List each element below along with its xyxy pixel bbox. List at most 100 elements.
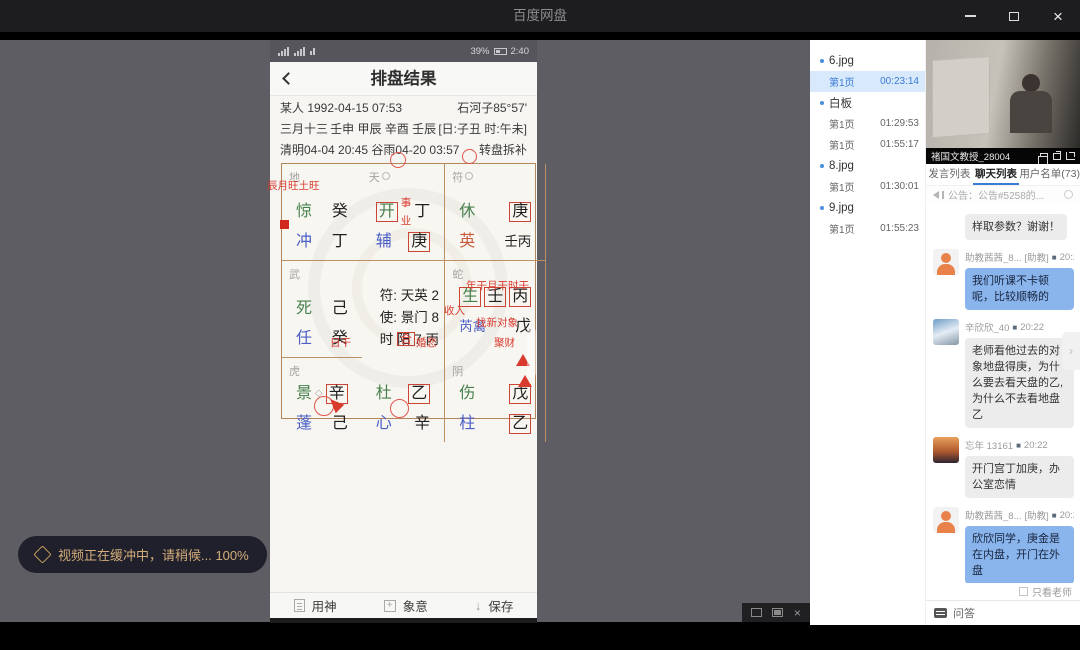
tab-发言列表[interactable]: 发言列表 [926,164,973,185]
entry-time: 00:23:14 [880,76,919,87]
playlist-entry[interactable]: 第1页01:29:53 [810,113,925,134]
kongwang: [日:子丑 时:午未] [438,119,527,140]
signal-icon [278,47,289,56]
image-icon[interactable] [751,608,762,617]
only-teacher-row: 只看老师 [926,583,1080,599]
center-palace-line: 符: 天英 2 [380,285,445,307]
only-teacher-label: 只看老师 [1032,584,1072,599]
playlist-file[interactable]: 8.jpg [810,155,925,176]
playlist-entry[interactable]: 第1页 01:30:01 [810,176,925,197]
sender-name: 助教茜茜_8... [965,250,1022,264]
palace-cell-2: 天开事业丁辅庚 [362,164,446,261]
palace-glyph: 蓬 [296,415,312,433]
solar-terms: 清明04-04 20:45 谷雨04-20 03:57 [280,140,459,161]
palace-cell-3: 符休庚英壬丙 [445,164,546,261]
collapse-panel-handle[interactable]: › [1062,332,1080,370]
close-icon[interactable]: × [794,607,801,619]
marker-ring [382,172,390,180]
bullet-icon [820,101,824,105]
maximize-button[interactable] [992,0,1036,32]
palace-glyph: 伤 [459,385,475,403]
level-badge-icon: ■ [1052,511,1057,520]
palace-label: 蛇 [452,266,463,282]
tab-聊天列表[interactable]: 聊天列表 [973,164,1020,185]
webcam-video[interactable] [926,40,1080,148]
video-overlay-toolbar: × [742,603,810,622]
palace-glyph: 丁 [414,203,430,221]
playlist-entry[interactable]: 第1页 00:23:14 [810,71,925,92]
tab-用户名单(73)[interactable]: 用户名单(73) [1019,164,1080,185]
close-icon: × [1053,8,1063,25]
avatar [933,249,959,275]
toolbar-item-用神: 用神 [294,596,337,615]
message-header: 辛欣欣_40■20:22 [965,320,1074,334]
svip-diamond-icon [33,545,51,563]
scrollbar-handle[interactable] [527,328,536,377]
palace-label: 武 [289,266,300,282]
palace-glyph: 癸 [332,203,348,221]
battery-percent: 39% [470,46,489,57]
file-name: 9.jpg [829,202,854,214]
plus-box-icon: + [384,600,396,612]
palace-glyph: 生 [459,287,481,307]
phone-status-bar: 39% 2:40 [270,40,537,62]
palace-glyph: 壬 [484,287,506,307]
toolbar-label: 象意 [403,596,428,615]
file-name: 6.jpg [829,55,854,67]
qimen-grid: 地惊癸冲丁天开事业丁辅庚符休庚英壬丙武死己任癸符: 天英 2使: 景门 8时 阳… [281,163,536,419]
layers-icon[interactable] [1040,153,1048,160]
sender-name: 忘年 13161 [965,438,1013,452]
playlist-entry[interactable]: 第1页01:55:17 [810,134,925,155]
bullet-icon [820,59,824,63]
palace-glyph: 杜 [376,385,392,403]
right-panel: 6.jpg 第1页 00:23:14 白板第1页01:29:53第1页01:55:17… [810,40,1080,625]
palace-glyph: 事业 [401,194,412,230]
lunar-date: 三月十三 [280,119,328,140]
palace-cell-7: 虎景◇辛蓬己 [282,358,362,442]
entry-label: 第1页 [829,179,855,194]
sender-name: 辛欣欣_40 [965,320,1009,334]
whiteboard [932,56,990,138]
playlist-file[interactable]: 6.jpg [810,50,925,71]
role-tag: [助教] [1025,508,1049,522]
video-player-area[interactable]: 39% 2:40 排盘结果 某人 1992-04-15 07:53 石河子85°… [0,40,810,622]
megaphone-icon [933,191,939,199]
palace-glyph: 任 [296,330,312,348]
palace-label: 虎 [289,363,300,379]
chat-input-bar[interactable]: 问答 [926,600,1080,625]
fullscreen-icon[interactable] [1066,152,1075,160]
expand-announcement-icon[interactable] [1064,190,1073,199]
toast-text: 视频正在缓冲中，请稍候... 100% [58,545,249,564]
signal-icon [294,47,305,56]
message-bubble: 欣欣同学，庚金是在内盘，开门在外盘 [965,526,1074,583]
entry-label: 第1页 [829,74,855,89]
playlist-file[interactable]: 9.jpg [810,197,925,218]
palace-glyph: 辛 [326,384,348,404]
toolbar-item-象意: + 象意 [384,596,428,615]
entry-time: 01:30:01 [880,181,919,192]
palace-label: 地 [289,169,300,185]
close-button[interactable]: × [1036,0,1080,32]
four-pillars: 壬申 甲辰 辛酉 壬辰 [330,119,436,140]
message-time: 20:22 [1024,440,1048,451]
maximize-icon [1009,12,1019,21]
palace-glyph: 庚 [408,232,430,252]
playlist-file[interactable]: 白板 [810,92,925,113]
message-time: 20:21 [1060,252,1074,263]
palace-glyph: 戊 [509,384,531,404]
message-header: 助教茜茜_8...[助教]■20:21 [965,250,1074,264]
palace-glyph: 己 [332,415,348,433]
download-icon: ↓ [475,598,482,613]
popout-icon[interactable] [1053,153,1061,160]
file-name: 白板 [829,95,852,111]
palace-glyph: 壬丙 [504,233,531,251]
palace-glyph: 癸 [332,330,348,348]
message-time: 20:22 [1020,322,1044,333]
battery-icon [494,48,507,55]
frame-icon[interactable] [772,608,783,617]
minimize-button[interactable] [948,0,992,32]
palace-glyph: 柱 [459,415,475,433]
playlist-entry[interactable]: 第1页01:55:23 [810,218,925,239]
only-teacher-checkbox[interactable] [1019,587,1028,596]
playlist-panel: 6.jpg 第1页 00:23:14 白板第1页01:29:53第1页01:55:17… [810,40,926,625]
